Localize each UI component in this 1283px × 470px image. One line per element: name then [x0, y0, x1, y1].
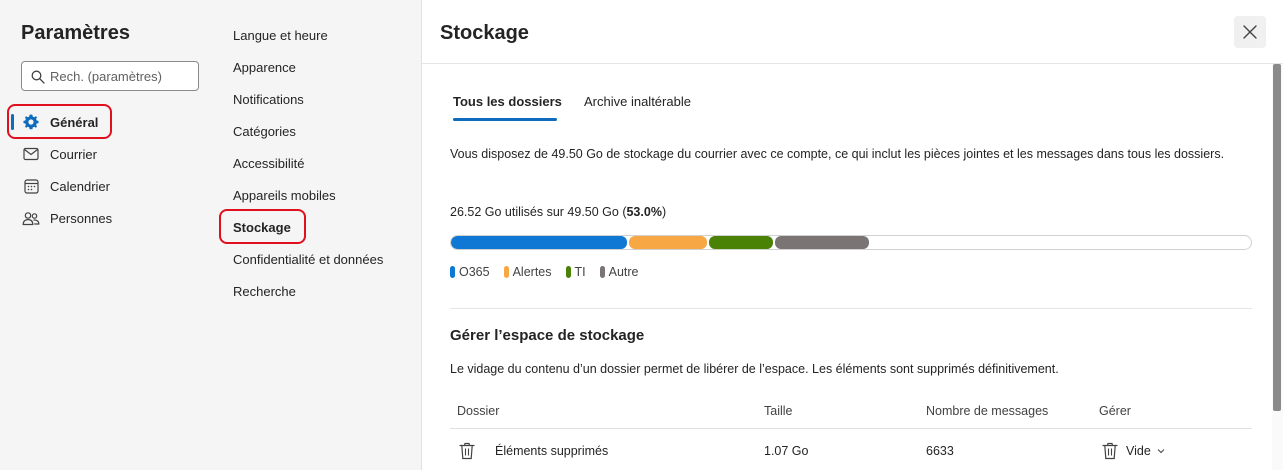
subnav-item-notifications[interactable]: Notifications — [233, 90, 304, 110]
storage-legend: O365 Alertes TI Autre — [450, 265, 653, 279]
subnav-item-language[interactable]: Langue et heure — [233, 26, 328, 46]
nav-item-label: Calendrier — [50, 178, 110, 194]
nav-item-label: Personnes — [50, 210, 113, 226]
nav-item-label: Courrier — [50, 146, 97, 162]
empty-action-label: Vide — [1126, 444, 1151, 458]
mail-icon — [21, 144, 41, 164]
folder-size: 1.07 Go — [764, 444, 809, 458]
nav-item-people[interactable]: Personnes — [11, 204, 211, 232]
manage-storage-description: Le vidage du contenu d’un dossier permet… — [450, 362, 1059, 376]
nav-item-label: Général — [50, 114, 99, 130]
settings-search[interactable] — [21, 61, 199, 91]
message-count: 6633 — [926, 444, 954, 458]
legend-label: Autre — [608, 265, 639, 279]
close-icon — [1243, 25, 1257, 39]
column-header-manage: Gérer — [1099, 404, 1131, 418]
subnav-item-search[interactable]: Recherche — [233, 282, 296, 302]
legend-swatch — [450, 266, 455, 278]
search-input[interactable] — [50, 66, 190, 86]
usage-close: ) — [661, 205, 667, 219]
legend-label: Alertes — [512, 265, 552, 279]
usage-amount: 26.52 Go utilisés sur 49.50 Go ( — [450, 205, 627, 219]
storage-usage-bar — [450, 235, 1252, 250]
legend-label: O365 — [459, 265, 490, 279]
subnav-item-storage[interactable]: Stockage — [233, 218, 291, 238]
calendar-icon — [21, 176, 41, 196]
nav-item-calendar[interactable]: Calendrier — [11, 172, 211, 200]
settings-window: Paramètres Général — [0, 0, 1283, 470]
chevron-down-icon — [1157, 449, 1165, 454]
subnav-item-categories[interactable]: Catégories — [233, 122, 296, 142]
search-icon — [31, 70, 45, 84]
storage-segment-alertes — [629, 236, 707, 249]
close-button[interactable] — [1234, 16, 1266, 48]
legend-label: TI — [574, 265, 586, 279]
trash-icon — [1102, 442, 1118, 460]
subnav-item-appearance[interactable]: Apparence — [233, 58, 296, 78]
people-icon — [21, 208, 41, 228]
empty-folder-button[interactable]: Vide — [1102, 442, 1165, 460]
nav-item-general[interactable]: Général — [11, 108, 211, 136]
legend-swatch — [503, 266, 509, 278]
table-header-divider — [450, 428, 1252, 429]
tab-all-folders[interactable]: Tous les dossiers — [453, 92, 562, 112]
subnav-item-accessibility[interactable]: Accessibilité — [233, 154, 305, 174]
legend-item: O365 — [450, 265, 490, 279]
legend-swatch — [565, 266, 571, 278]
section-divider — [450, 308, 1252, 309]
page-title: Stockage — [440, 22, 529, 44]
settings-subnav: Langue et heure Apparence Notifications … — [219, 0, 422, 470]
manage-storage-heading: Gérer l’espace de stockage — [450, 327, 645, 344]
tab-litigation-archive[interactable]: Archive inaltérable — [584, 92, 691, 112]
column-header-size: Taille — [764, 404, 793, 418]
usage-percent: 53.0% — [626, 205, 662, 219]
legend-item: Autre — [599, 265, 639, 279]
legend-item: TI — [565, 265, 586, 279]
subnav-item-mobile-devices[interactable]: Appareils mobiles — [233, 186, 336, 206]
storage-usage-text: 26.52 Go utilisés sur 49.50 Go (53.0%) — [450, 205, 666, 219]
settings-nav: Paramètres Général — [0, 0, 222, 470]
column-header-count: Nombre de messages — [926, 404, 1049, 418]
settings-title: Paramètres — [21, 22, 130, 44]
legend-item: Alertes — [503, 265, 552, 279]
storage-description: Vous disposez de 49.50 Go de stockage du… — [450, 147, 1225, 161]
gear-icon — [21, 112, 41, 132]
folder-name: Éléments supprimés — [495, 444, 609, 458]
subnav-item-privacy[interactable]: Confidentialité et données — [233, 250, 383, 270]
legend-swatch — [599, 266, 605, 278]
storage-segment-o365 — [451, 236, 627, 249]
storage-segment-ti — [709, 236, 773, 249]
nav-item-mail[interactable]: Courrier — [11, 140, 211, 168]
trash-icon — [459, 442, 475, 460]
column-header-folder: Dossier — [457, 404, 500, 418]
storage-panel: Stockage Tous les dossiers Archive inalt… — [422, 0, 1283, 470]
active-tab-indicator — [453, 118, 557, 121]
scrollbar-thumb[interactable] — [1273, 64, 1281, 411]
storage-segment-autre — [775, 236, 869, 249]
active-indicator — [11, 114, 14, 130]
header-divider — [422, 63, 1283, 64]
